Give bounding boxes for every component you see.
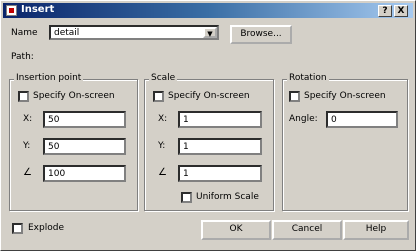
help-title-button[interactable]: ? xyxy=(378,5,392,17)
cancel-button[interactable]: Cancel xyxy=(272,220,342,240)
explode-label: Explode xyxy=(28,223,64,233)
insertion-z-input[interactable]: 100 xyxy=(43,165,126,182)
insertion-point-title: Insertion point xyxy=(14,73,84,83)
insertion-specify-label: Specify On-screen xyxy=(33,91,115,101)
app-icon xyxy=(6,5,17,16)
scale-z-label: ∠ xyxy=(158,167,167,178)
name-value: detail xyxy=(54,28,80,38)
close-button[interactable]: X xyxy=(394,5,408,17)
scale-y-input[interactable]: 1 xyxy=(178,138,262,155)
rotation-angle-input[interactable]: 0 xyxy=(326,111,398,128)
rotation-title: Rotation xyxy=(287,73,329,83)
scale-x-input[interactable]: 1 xyxy=(178,111,262,128)
title-bar: Insert ? X xyxy=(3,3,413,18)
name-label: Name xyxy=(11,28,38,38)
insertion-y-input[interactable]: 50 xyxy=(43,138,126,155)
path-label: Path: xyxy=(11,52,34,62)
scale-x-label: X: xyxy=(158,114,168,124)
scale-specify-label: Specify On-screen xyxy=(168,91,250,101)
rotation-specify-checkbox[interactable] xyxy=(289,91,300,102)
insertion-x-input[interactable]: 50 xyxy=(43,111,126,128)
browse-button[interactable]: Browse... xyxy=(230,25,292,44)
rotation-specify-label: Specify On-screen xyxy=(304,91,386,101)
explode-checkbox[interactable] xyxy=(12,223,23,234)
help-button[interactable]: Help xyxy=(343,220,409,240)
scale-y-label: Y: xyxy=(158,141,166,151)
insertion-y-label: Y: xyxy=(23,141,31,151)
scale-z-input[interactable]: 1 xyxy=(178,165,262,182)
rotation-angle-label: Angle: xyxy=(289,114,318,124)
window-title: Insert xyxy=(21,4,55,15)
ok-button[interactable]: OK xyxy=(201,220,271,240)
scale-specify-checkbox[interactable] xyxy=(153,91,164,102)
chevron-down-icon[interactable]: ▼ xyxy=(203,27,217,38)
uniform-scale-label: Uniform Scale xyxy=(196,192,259,202)
name-combobox[interactable]: detail ▼ xyxy=(49,25,219,40)
scale-title: Scale xyxy=(149,73,178,83)
insertion-x-label: X: xyxy=(23,114,33,124)
insertion-z-label: ∠ xyxy=(23,167,32,178)
insertion-specify-checkbox[interactable] xyxy=(18,91,29,102)
uniform-scale-checkbox[interactable] xyxy=(181,192,192,203)
insert-dialog: Insert ? X Name detail ▼ Browse... Path:… xyxy=(0,0,416,251)
